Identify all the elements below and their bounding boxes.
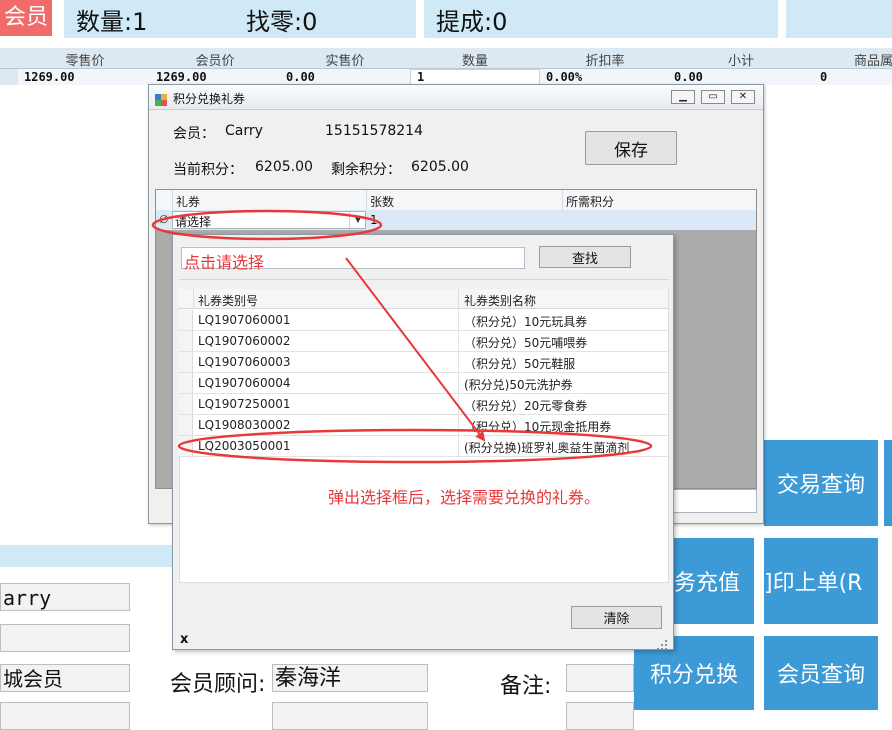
annotation-arrow [345,257,486,442]
annotation-ellipse-row [177,428,653,464]
annotation-overlay [151,209,653,464]
annotation-ellipse-select [151,209,383,241]
annotation-text: 弹出选择框后，选择需要兑换的礼券。 [328,488,601,507]
